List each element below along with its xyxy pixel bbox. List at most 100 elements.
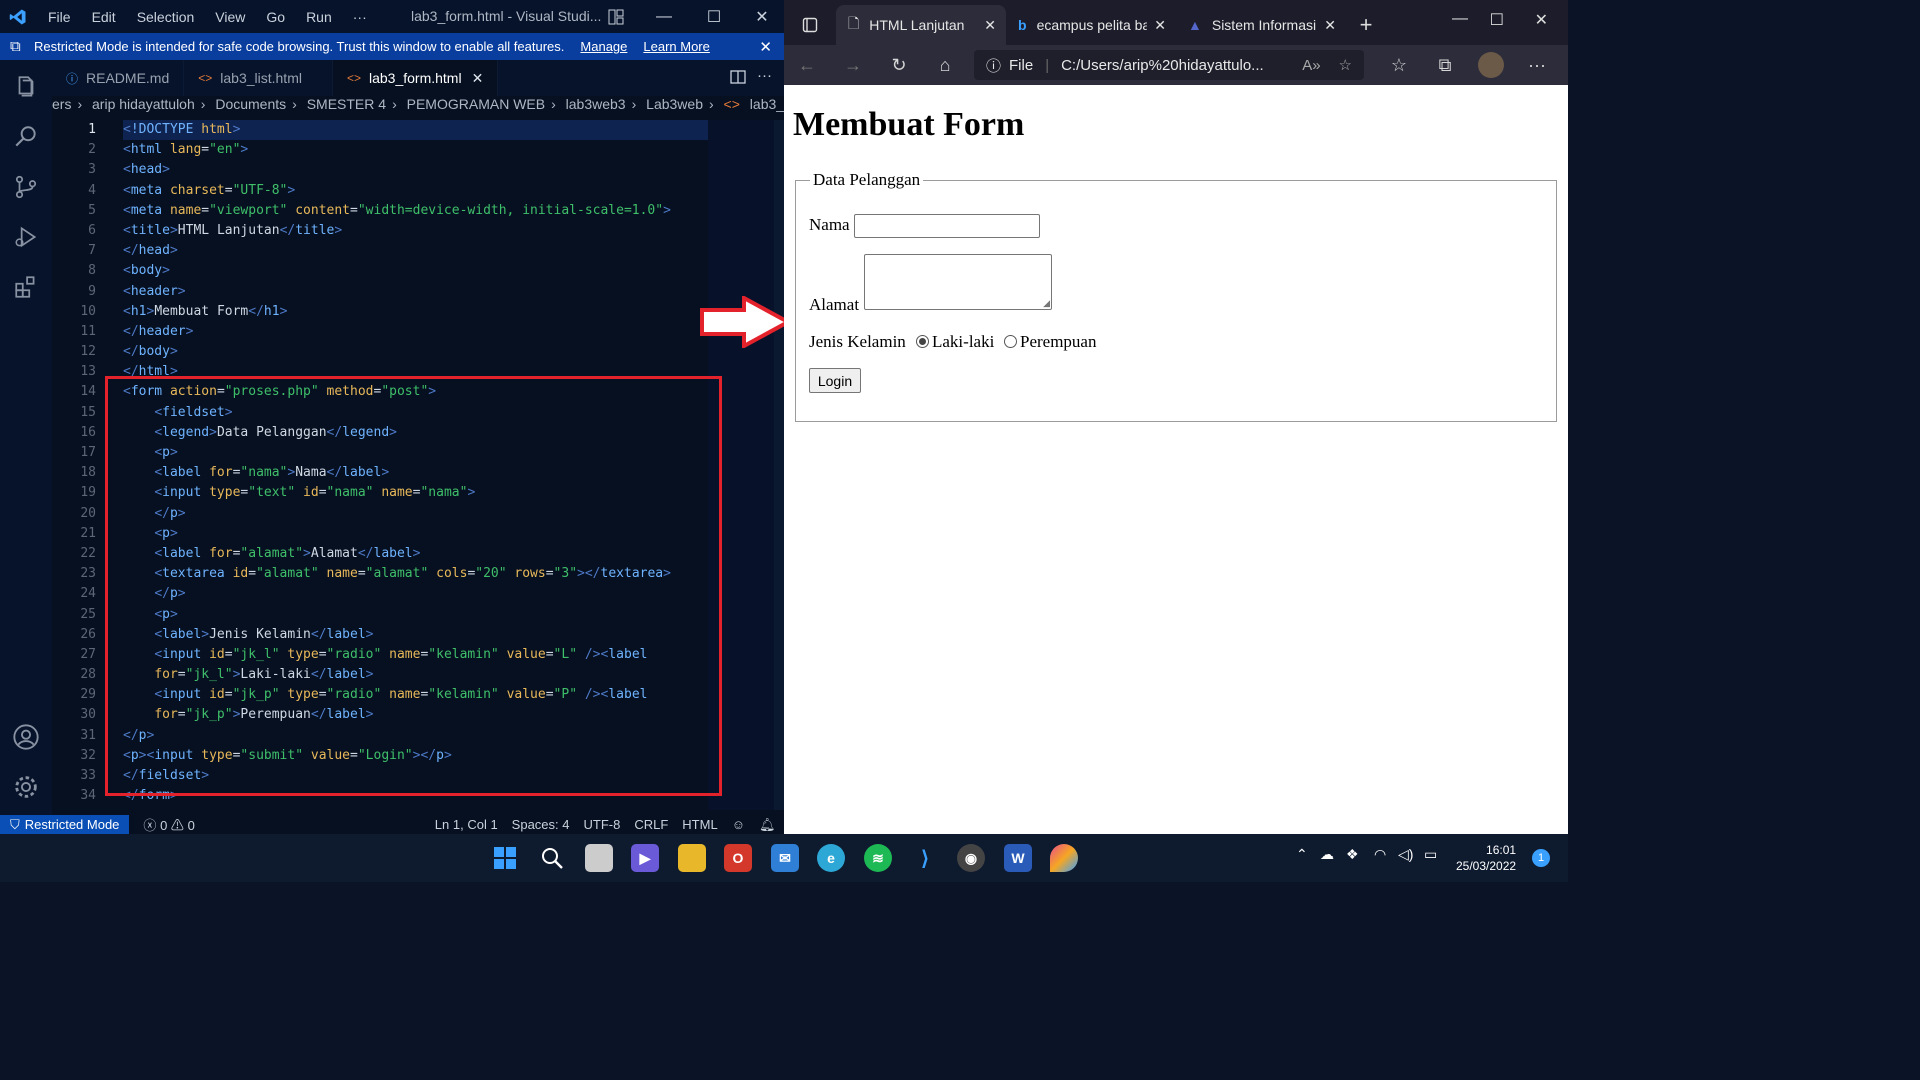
minimize-icon[interactable]: — <box>1452 10 1468 28</box>
tab-actions-icon[interactable] <box>784 5 836 45</box>
source-control-icon[interactable] <box>0 162 52 212</box>
teams-chat-icon[interactable]: ▶ <box>631 844 659 872</box>
word-icon[interactable]: W <box>1004 844 1032 872</box>
home-icon[interactable]: ⌂ <box>922 55 968 76</box>
minimize-icon[interactable]: — <box>640 0 688 33</box>
account-icon[interactable] <box>0 712 52 762</box>
breadcrumb-item[interactable]: lab3_form.html <box>750 96 784 112</box>
laki-laki-label[interactable]: Laki-laki <box>932 332 994 352</box>
code-line[interactable]: </head> <box>123 241 713 261</box>
clock[interactable]: 16:01 25/03/2022 <box>1456 842 1516 874</box>
search-icon[interactable] <box>0 112 52 162</box>
tab-lab3-form[interactable]: <> lab3_form.html ✕ <box>332 60 499 96</box>
menu-file[interactable]: File <box>46 9 73 25</box>
menu-go[interactable]: Go <box>264 9 287 25</box>
encoding[interactable]: UTF-8 <box>584 817 621 832</box>
paint-icon[interactable] <box>1050 844 1078 872</box>
manage-link[interactable]: Manage <box>580 39 627 54</box>
battery-icon[interactable]: ▭ <box>1424 846 1437 863</box>
add-favorite-icon[interactable]: ☆ <box>1339 56 1352 74</box>
cloud-status-icon[interactable]: ☁ <box>1320 846 1334 863</box>
tab-close-icon[interactable]: ✕ <box>1154 17 1166 34</box>
close-icon[interactable]: ✕ <box>1535 10 1548 30</box>
extensions-icon[interactable] <box>0 262 52 312</box>
collections-icon[interactable]: ⧉ <box>1422 55 1468 76</box>
profile-avatar-icon[interactable] <box>1468 52 1514 78</box>
code-line[interactable]: <title>HTML Lanjutan</title> <box>123 221 713 241</box>
menu-selection[interactable]: Selection <box>135 9 197 25</box>
run-debug-icon[interactable] <box>0 212 52 262</box>
spotify-icon[interactable]: ≋ <box>864 844 892 872</box>
maximize-icon[interactable]: ☐ <box>690 0 738 33</box>
media-player-icon[interactable]: ◉ <box>957 844 985 872</box>
close-icon[interactable]: ✕ <box>738 0 786 33</box>
code-line[interactable]: <meta charset="UTF-8"> <box>123 181 713 201</box>
code-line[interactable]: </header> <box>123 322 713 342</box>
code-line[interactable]: <header> <box>123 282 713 302</box>
feedback-icon[interactable]: ☺ <box>732 817 745 832</box>
browser-tab-html-lanjutan[interactable]: 🗋 HTML Lanjutan ✕ <box>836 5 1006 45</box>
search-icon[interactable] <box>538 844 566 872</box>
back-arrow-icon[interactable]: ← <box>784 55 830 76</box>
login-button[interactable]: Login <box>809 368 861 393</box>
vscode-taskbar-icon[interactable]: ⟩ <box>911 844 939 872</box>
favorites-icon[interactable]: ☆ <box>1376 55 1422 76</box>
breadcrumb-item[interactable]: SMESTER 4 <box>307 96 386 112</box>
task-view-icon[interactable] <box>585 844 613 872</box>
more-actions-icon[interactable]: ··· <box>757 67 772 84</box>
code-line[interactable]: </body> <box>123 342 713 362</box>
refresh-icon[interactable]: ↻ <box>876 55 922 76</box>
language-mode[interactable]: HTML <box>682 817 717 832</box>
browser-tab-ecampus[interactable]: b ecampus pelita ba ✕ <box>1006 5 1176 45</box>
forward-arrow-icon[interactable]: → <box>830 55 876 76</box>
resize-handle-icon[interactable]: ◢ <box>1043 298 1050 309</box>
breadcrumb-item[interactable]: Documents <box>215 96 286 112</box>
menu-more[interactable]: ··· <box>351 9 369 25</box>
office-icon[interactable]: O <box>724 844 752 872</box>
perempuan-label[interactable]: Perempuan <box>1020 332 1096 352</box>
address-bar[interactable]: ⓘ File | C:/Users/arip%20hidayattulo... … <box>974 50 1364 80</box>
tab-close-icon[interactable]: ✕ <box>472 70 484 87</box>
code-line[interactable]: <h1>Membuat Form</h1> <box>123 302 713 322</box>
browser-tab-sistem-informasi[interactable]: ▲ Sistem Informasi ✕ <box>1176 5 1346 45</box>
layout-icon[interactable] <box>592 0 640 33</box>
file-explorer-icon[interactable] <box>678 844 706 872</box>
nama-input[interactable] <box>854 214 1040 238</box>
windows-start-icon[interactable] <box>491 844 519 872</box>
breadcrumb-item[interactable]: PEMOGRAMAN WEB <box>407 96 545 112</box>
code-line[interactable]: <head> <box>123 160 713 180</box>
breadcrumb-item[interactable]: Lab3web <box>646 96 703 112</box>
indentation[interactable]: Spaces: 4 <box>512 817 570 832</box>
chevron-up-icon[interactable]: ⌃ <box>1296 846 1308 863</box>
settings-more-icon[interactable]: ··· <box>1514 55 1560 76</box>
learn-more-link[interactable]: Learn More <box>643 39 709 54</box>
wifi-icon[interactable]: ◠ <box>1374 846 1386 863</box>
code-line[interactable]: <!DOCTYPE html> <box>123 120 713 141</box>
breadcrumb-item[interactable]: ers <box>52 96 71 112</box>
mail-icon[interactable]: ✉ <box>771 844 799 872</box>
bell-icon[interactable]: 🔔︎ <box>759 817 776 833</box>
tab-readme[interactable]: ⓘ README.md <box>52 60 185 96</box>
menu-edit[interactable]: Edit <box>90 9 118 25</box>
tab-close-icon[interactable]: ✕ <box>984 17 996 34</box>
edge-browser-icon[interactable]: e <box>817 844 845 872</box>
tab-close-icon[interactable]: ✕ <box>1324 17 1336 34</box>
explorer-icon[interactable] <box>0 62 52 112</box>
breadcrumb-item[interactable]: arip hidayattuloh <box>92 96 195 112</box>
cursor-position[interactable]: Ln 1, Col 1 <box>435 817 498 832</box>
volume-icon[interactable]: ◁) <box>1398 846 1413 863</box>
problems-status[interactable]: ⓧ 0 ⚠ 0 <box>143 815 194 834</box>
radio-perempuan[interactable] <box>1004 335 1017 348</box>
banner-close-icon[interactable]: ✕ <box>759 38 772 56</box>
code-line[interactable]: <html lang="en"> <box>123 140 713 160</box>
code-line[interactable]: <meta name="viewport" content="width=dev… <box>123 201 713 221</box>
tab-lab3-list[interactable]: <> lab3_list.html <box>184 60 333 96</box>
settings-gear-icon[interactable] <box>0 762 52 812</box>
maximize-icon[interactable]: ☐ <box>1490 10 1504 30</box>
restricted-mode-status[interactable]: ⛉ Restricted Mode <box>0 815 130 834</box>
editor-scrollbar[interactable] <box>774 120 784 810</box>
dropbox-icon[interactable]: ❖ <box>1346 846 1359 863</box>
menu-run[interactable]: Run <box>304 9 334 25</box>
menu-view[interactable]: View <box>213 9 247 25</box>
alamat-textarea[interactable]: ◢ <box>864 254 1052 310</box>
